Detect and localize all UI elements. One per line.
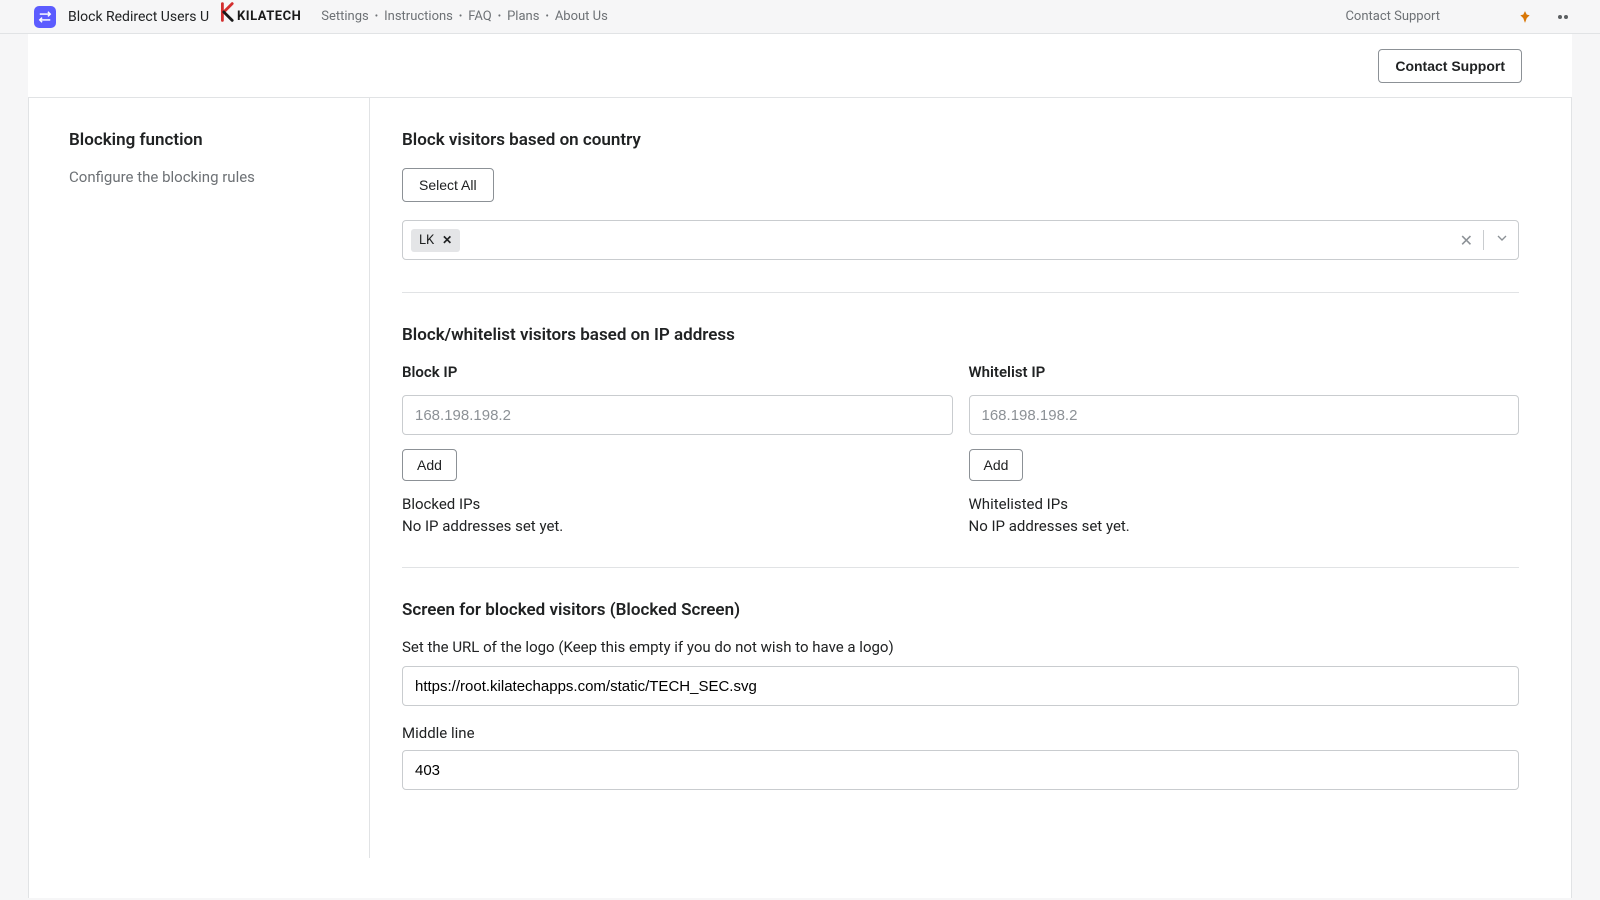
logo-url-label: Set the URL of the logo (Keep this empty…: [402, 638, 1519, 656]
brand-mark-icon: [221, 2, 235, 26]
whitelist-ip-add-button[interactable]: Add: [969, 449, 1024, 481]
app-icon: [34, 6, 56, 28]
country-tag-label: LK: [419, 233, 434, 248]
nav-instructions[interactable]: Instructions: [384, 9, 453, 24]
whitelist-ip-input[interactable]: [969, 395, 1520, 435]
whitelisted-ips-title: Whitelisted IPs: [969, 495, 1520, 513]
whitelisted-ips-empty: No IP addresses set yet.: [969, 517, 1520, 535]
brand-logo: KILATECH: [221, 5, 301, 29]
nav-settings[interactable]: Settings: [321, 9, 368, 24]
whitelist-ip-label: Whitelist IP: [969, 363, 1520, 381]
block-ip-label: Block IP: [402, 363, 953, 381]
block-ip-column: Block IP Add Blocked IPs No IP addresses…: [402, 363, 953, 535]
block-ip-add-button[interactable]: Add: [402, 449, 457, 481]
logo-url-input[interactable]: [402, 666, 1519, 706]
nav-links: Settings • Instructions • FAQ • Plans • …: [321, 9, 608, 24]
pin-icon[interactable]: [1518, 10, 1532, 24]
whitelist-ip-column: Whitelist IP Add Whitelisted IPs No IP a…: [969, 363, 1520, 535]
block-ip-input[interactable]: [402, 395, 953, 435]
topbar: Block Redirect Users U KILATECH Settings…: [0, 0, 1600, 34]
more-icon[interactable]: [1558, 15, 1568, 19]
brand-text: KILATECH: [237, 9, 301, 24]
blocked-ips-title: Blocked IPs: [402, 495, 953, 513]
nav-faq[interactable]: FAQ: [468, 9, 491, 24]
country-multiselect[interactable]: LK ✕ ✕: [402, 220, 1519, 260]
main-panel: Block visitors based on country Select A…: [369, 98, 1551, 858]
contact-support-link[interactable]: Contact Support: [1345, 9, 1440, 24]
country-tag-lk: LK ✕: [411, 229, 460, 252]
nav-plans[interactable]: Plans: [507, 9, 539, 24]
clear-all-icon[interactable]: ✕: [1460, 231, 1473, 250]
chevron-down-icon[interactable]: [1494, 230, 1510, 250]
subheader: Contact Support: [28, 34, 1572, 98]
country-section-title: Block visitors based on country: [402, 130, 1519, 150]
contact-support-button[interactable]: Contact Support: [1378, 49, 1522, 83]
divider: [402, 567, 1519, 568]
select-all-button[interactable]: Select All: [402, 168, 494, 202]
blocked-ips-empty: No IP addresses set yet.: [402, 517, 953, 535]
blocked-screen-title: Screen for blocked visitors (Blocked Scr…: [402, 600, 1519, 620]
country-input[interactable]: [466, 227, 1453, 253]
sidebar: Blocking function Configure the blocking…: [49, 98, 369, 858]
app-name: Block Redirect Users U: [68, 9, 209, 25]
middle-line-label: Middle line: [402, 724, 1519, 742]
sidebar-title: Blocking function: [69, 130, 349, 150]
nav-about[interactable]: About Us: [555, 9, 608, 24]
sidebar-desc: Configure the blocking rules: [69, 168, 349, 186]
middle-line-input[interactable]: [402, 750, 1519, 790]
divider: [402, 292, 1519, 293]
remove-tag-icon[interactable]: ✕: [442, 233, 452, 247]
ip-section-title: Block/whitelist visitors based on IP add…: [402, 325, 1519, 345]
